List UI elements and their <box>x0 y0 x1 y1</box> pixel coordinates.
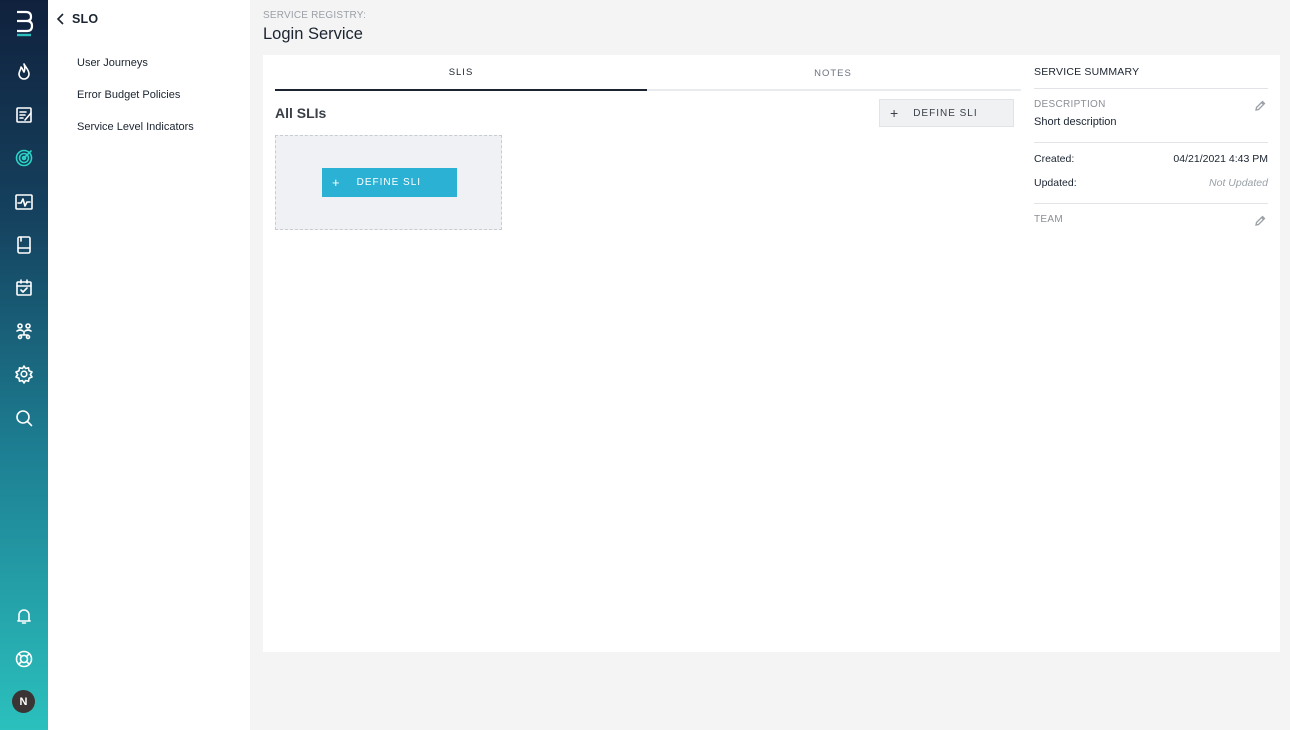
section-title: All SLIs <box>275 105 327 121</box>
gear-icon[interactable] <box>12 362 36 386</box>
empty-sli-placeholder: + DEFINE SLI <box>275 135 502 230</box>
target-icon[interactable] <box>12 146 36 170</box>
icon-rail: N <box>0 0 48 730</box>
created-row: Created: 04/21/2021 4:43 PM <box>1034 153 1268 165</box>
checklist-icon[interactable] <box>12 103 36 127</box>
brand-logo[interactable] <box>14 10 34 38</box>
calendar-check-icon[interactable] <box>12 276 36 300</box>
user-avatar[interactable]: N <box>12 690 35 713</box>
updated-value: Not Updated <box>1209 177 1268 189</box>
team-icon[interactable] <box>12 319 36 343</box>
notebook-icon[interactable] <box>12 233 36 257</box>
dates-block: Created: 04/21/2021 4:43 PM Updated: Not… <box>1034 143 1268 204</box>
plus-icon: + <box>890 105 900 121</box>
description-value: Short description <box>1034 116 1117 128</box>
lifebuoy-icon[interactable] <box>12 647 36 671</box>
service-summary-panel: SERVICE SUMMARY DESCRIPTION Short descri… <box>1034 55 1268 234</box>
summary-title: SERVICE SUMMARY <box>1034 55 1268 89</box>
empty-define-sli-button[interactable]: + DEFINE SLI <box>322 168 457 197</box>
updated-label: Updated: <box>1034 177 1077 189</box>
updated-row: Updated: Not Updated <box>1034 177 1268 189</box>
tab-bar: SLIS NOTES <box>275 55 1021 91</box>
page-title: Login Service <box>263 25 363 43</box>
created-label: Created: <box>1034 153 1075 165</box>
sidebar-item-error-budget-policies[interactable]: Error Budget Policies <box>77 89 180 101</box>
empty-define-sli-label: DEFINE SLI <box>356 177 422 188</box>
edit-team-icon[interactable] <box>1254 214 1266 226</box>
team-block: TEAM <box>1034 204 1268 234</box>
description-label: DESCRIPTION <box>1034 99 1106 110</box>
sidebar-item-user-journeys[interactable]: User Journeys <box>77 57 148 69</box>
tab-notes[interactable]: NOTES <box>647 55 1019 91</box>
breadcrumb[interactable]: SERVICE REGISTRY: <box>263 10 366 21</box>
define-sli-button[interactable]: + DEFINE SLI <box>879 99 1014 127</box>
define-sli-label: DEFINE SLI <box>913 107 978 119</box>
plus-icon: + <box>332 175 341 190</box>
chevron-left-icon <box>56 13 64 25</box>
team-label: TEAM <box>1034 214 1063 225</box>
sidebar-item-service-level-indicators[interactable]: Service Level Indicators <box>77 121 194 133</box>
sidebar-back-label: SLO <box>72 12 99 26</box>
pulse-icon[interactable] <box>12 190 36 214</box>
description-block: DESCRIPTION Short description <box>1034 89 1268 143</box>
main-card: SLIS NOTES All SLIs + DEFINE SLI + DEFIN… <box>263 55 1280 652</box>
back-to-slo[interactable]: SLO <box>56 12 98 26</box>
edit-description-icon[interactable] <box>1254 99 1266 111</box>
secondary-sidebar: SLO User Journeys Error Budget Policies … <box>48 0 250 730</box>
tab-slis[interactable]: SLIS <box>275 55 647 91</box>
flame-icon[interactable] <box>12 60 36 84</box>
created-value: 04/21/2021 4:43 PM <box>1173 153 1268 165</box>
bell-icon[interactable] <box>12 604 36 628</box>
search-icon[interactable] <box>12 406 36 430</box>
